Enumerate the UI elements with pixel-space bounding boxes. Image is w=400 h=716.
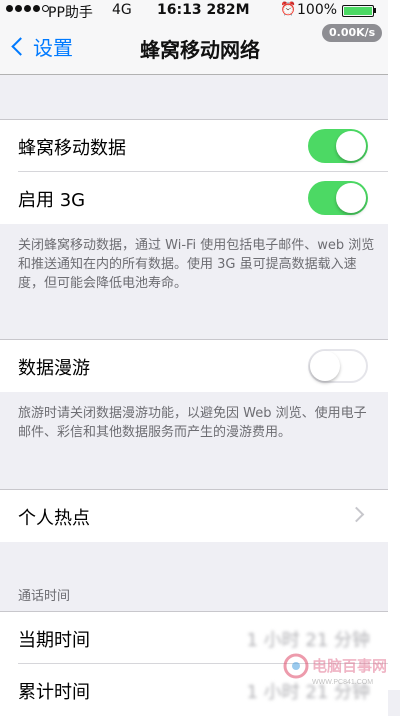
data-roaming-toggle[interactable] <box>308 349 368 383</box>
watermark-logo: 电脑百事网 WWW.PC841.COM <box>283 653 387 686</box>
signal-strength-icon <box>6 5 49 12</box>
cellular-data-toggle[interactable] <box>308 129 368 163</box>
battery-tip <box>374 8 376 13</box>
personal-hotspot-row[interactable]: 个人热点 <box>0 490 388 542</box>
current-period-label: 当期时间 <box>18 630 90 651</box>
battery-icon <box>342 5 374 17</box>
personal-hotspot-label: 个人热点 <box>18 508 90 529</box>
enable-3g-row: 启用 3G <box>0 172 388 224</box>
enable-3g-toggle[interactable] <box>308 181 368 215</box>
lifetime-label: 累计时间 <box>18 682 90 703</box>
roaming-footer-note: 旅游时请关闭数据漫游功能，以避免因 Web 浏览、使用电子邮件、彩信和其他数据服… <box>18 406 367 440</box>
cellular-footer-note: 关闭蜂窝移动数据，通过 Wi-Fi 使用包括电子邮件、web 浏览和推送通知在内… <box>18 238 375 291</box>
navigation-bar: 设置 蜂窝移动网络 0.00K/s <box>0 22 400 75</box>
status-time: 16:13 282M <box>157 2 250 18</box>
enable-3g-label: 启用 3G <box>18 190 86 211</box>
data-roaming-label: 数据漫游 <box>18 358 90 379</box>
network-type: 4G <box>112 2 132 18</box>
battery-percentage: 100% <box>297 2 338 18</box>
cellular-data-label: 蜂窝移动数据 <box>18 138 126 159</box>
right-edge-strip <box>388 0 400 690</box>
watermark-url: WWW.PC841.COM <box>312 679 373 686</box>
carrier-name: PP助手 <box>48 5 93 21</box>
alarm-clock-icon: ⏰ <box>280 2 297 17</box>
chevron-right-icon <box>348 506 365 523</box>
watermark-text: 电脑百事网 <box>312 657 387 675</box>
call-time-header: 通话时间 <box>18 589 71 604</box>
cellular-data-row: 蜂窝移动数据 <box>0 120 388 172</box>
data-roaming-row: 数据漫游 <box>0 340 388 392</box>
network-speed-badge: 0.00K/s <box>322 24 383 42</box>
status-bar: PP助手 4G 16:13 282M ⏰ 100% <box>0 0 400 22</box>
